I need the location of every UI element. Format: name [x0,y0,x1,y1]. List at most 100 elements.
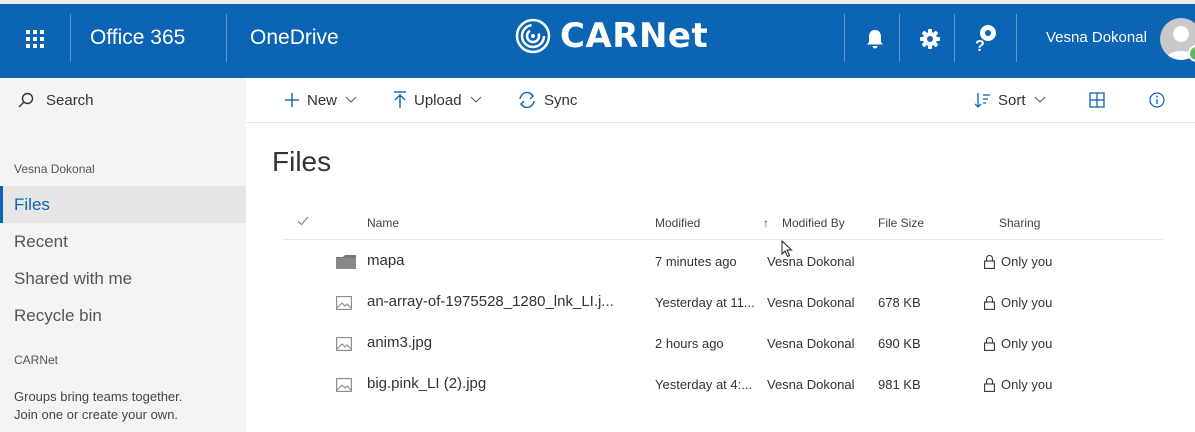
sharing-status[interactable]: Only you [984,295,1052,310]
groups-promo[interactable]: Groups bring teams together. Join one or… [14,388,234,424]
image-file-icon [336,296,352,310]
file-name-link[interactable]: anim3.jpg [367,334,432,351]
column-header-sharing[interactable]: Sharing [999,216,1040,230]
window-top-strip [0,0,1195,4]
info-button[interactable] [1149,78,1165,122]
upload-button[interactable]: Upload [393,78,482,122]
nav-item-recycle-bin[interactable]: Recycle bin [0,297,246,334]
command-bar: Search New Upload Sync Sort [0,78,1195,123]
nav-item-files[interactable]: Files [0,186,246,223]
suite-bar: Office 365 OneDrive CARNet ? Vesna Dokon… [0,0,1195,78]
sort-button[interactable]: Sort [975,78,1046,122]
file-name-link[interactable]: big.pink_LI (2).jpg [367,375,486,392]
search-box[interactable]: Search [0,78,246,122]
image-file-icon [336,378,352,392]
folder-icon [336,255,356,269]
help-button[interactable]: ? [962,0,1008,78]
mouse-cursor-icon [781,240,793,258]
list-item[interactable]: anim3.jpg 2 hours ago Vesna Dokonal 690 … [283,324,1163,365]
office-365-link[interactable]: Office 365 [90,26,185,50]
app-launcher-button[interactable] [14,18,56,60]
sort-label: Sort [998,91,1026,109]
divider [844,14,845,62]
page-title: Files [272,146,332,177]
modified-value: 2 hours ago [655,336,724,351]
groups-promo-line1: Groups bring teams together. [14,389,183,404]
brand-logo: CARNet [514,16,708,56]
sharing-label: Only you [1001,254,1053,269]
lock-icon [984,377,995,392]
file-name-link[interactable]: mapa [367,252,405,269]
sharing-status[interactable]: Only you [984,377,1052,392]
nav-owner-heading: Vesna Dokonal [14,162,95,176]
search-icon [18,92,34,108]
list-item[interactable]: big.pink_LI (2).jpg Yesterday at 4:... V… [283,365,1163,406]
modified-value: Yesterday at 11... [655,295,755,310]
column-header-name[interactable]: Name [367,216,399,230]
sharing-status[interactable]: Only you [984,254,1052,269]
lock-icon [984,254,995,269]
sync-label: Sync [544,91,578,109]
new-label: New [307,91,338,109]
file-size-value: 981 KB [878,377,921,392]
sharing-status[interactable]: Only you [984,336,1052,351]
groups-promo-line2: Join one or create your own. [14,407,179,422]
divider [1016,14,1017,62]
user-name[interactable]: Vesna Dokonal [1046,29,1147,46]
sharing-label: Only you [1001,295,1053,310]
waffle-icon [26,30,44,48]
sync-button[interactable]: Sync [517,78,577,122]
upload-icon [394,91,406,108]
info-icon [1149,92,1165,108]
modified-value: 7 minutes ago [655,254,737,269]
brand-name: CARNet [560,16,709,56]
upload-label: Upload [414,91,462,109]
file-size-value: 678 KB [878,295,921,310]
carnet-swirl-icon [515,18,551,54]
view-toggle-button[interactable] [1089,78,1105,122]
app-title-link[interactable]: OneDrive [250,26,339,50]
bell-icon [867,30,883,49]
divider [70,14,71,62]
image-file-icon [336,337,352,351]
divider [226,14,227,62]
modified-by-value: Vesna Dokonal [767,295,855,310]
notifications-button[interactable] [852,0,898,78]
modified-by-value: Vesna Dokonal [767,377,855,392]
nav-item-shared-with-me[interactable]: Shared with me [0,260,246,297]
select-all-check-icon[interactable] [297,216,309,226]
modified-by-value: Vesna Dokonal [767,336,855,351]
sort-icon [975,93,990,108]
nav-item-recent[interactable]: Recent [0,223,246,260]
lock-icon [984,336,995,351]
column-header-file-size[interactable]: File Size [878,216,924,230]
help-icon: ? [975,25,996,54]
file-size-value: 690 KB [878,336,921,351]
gear-icon [920,29,940,49]
settings-button[interactable] [907,0,953,78]
presence-status-icon [1188,45,1195,62]
sync-icon [519,91,535,109]
nav-group-heading: CARNet [14,353,59,367]
grid-view-icon [1089,92,1105,108]
modified-value: Yesterday at 4:... [655,377,753,392]
chevron-down-icon [1034,96,1045,103]
chevron-down-icon [470,96,481,103]
new-button[interactable]: New [284,78,357,122]
file-name-link[interactable]: an-array-of-1975528_1280_lnk_LI.j... [367,293,614,310]
column-header-modified-by[interactable]: Modified By [782,216,845,230]
sharing-label: Only you [1001,336,1053,351]
svg-text:?: ? [975,38,985,54]
list-header: Name Modified ↑ Modified By File Size Sh… [283,208,1163,240]
list-item[interactable]: an-array-of-1975528_1280_lnk_LI.j... Yes… [283,283,1163,324]
list-item[interactable]: mapa 7 minutes ago Vesna Dokonal Only yo… [283,242,1163,283]
plus-icon [285,93,299,107]
divider [899,14,900,62]
left-navigation: Vesna Dokonal Files Recent Shared with m… [0,122,246,432]
sharing-label: Only you [1001,377,1053,392]
sort-ascending-icon: ↑ [763,216,769,230]
search-label: Search [46,91,94,109]
divider [954,14,955,62]
lock-icon [984,295,995,310]
column-header-modified[interactable]: Modified [655,216,700,230]
